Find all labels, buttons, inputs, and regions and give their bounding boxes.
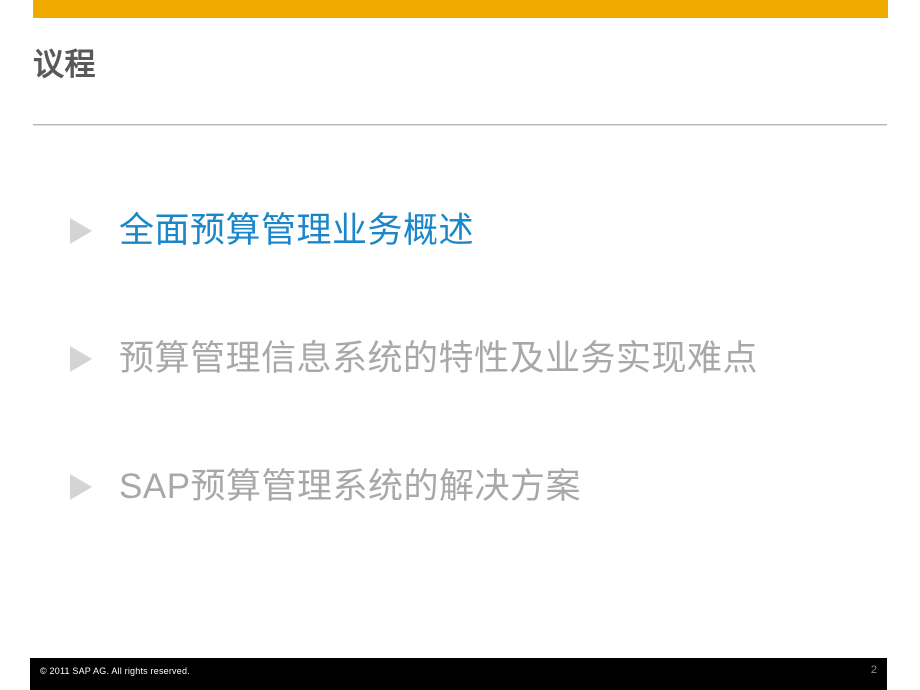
triangle-bullet-icon: [70, 218, 92, 244]
copyright-text: © 2011 SAP AG. All rights reserved.: [40, 666, 190, 676]
page-number: 2: [871, 664, 877, 676]
presentation-slide: 议程 全面预算管理业务概述 预算管理信息系统的特性及业务实现难点 SAP预算管理…: [0, 0, 920, 690]
triangle-bullet-icon: [70, 346, 92, 372]
footer-bar: © 2011 SAP AG. All rights reserved. 2: [30, 658, 887, 690]
agenda-item-label: 全面预算管理业务概述: [119, 211, 474, 251]
triangle-bullet-icon: [70, 474, 92, 500]
agenda-list: 全面预算管理业务概述 预算管理信息系统的特性及业务实现难点 SAP预算管理系统的…: [70, 198, 870, 520]
agenda-item-1[interactable]: 全面预算管理业务概述: [70, 198, 870, 264]
title-divider: [33, 124, 887, 126]
page-title: 议程: [33, 48, 96, 82]
agenda-item-label: 预算管理信息系统的特性及业务实现难点: [119, 339, 758, 379]
top-accent-bar: [33, 0, 888, 18]
agenda-item-2[interactable]: 预算管理信息系统的特性及业务实现难点: [70, 326, 870, 392]
agenda-item-3[interactable]: SAP预算管理系统的解决方案: [70, 454, 870, 520]
agenda-item-label: SAP预算管理系统的解决方案: [119, 467, 581, 507]
